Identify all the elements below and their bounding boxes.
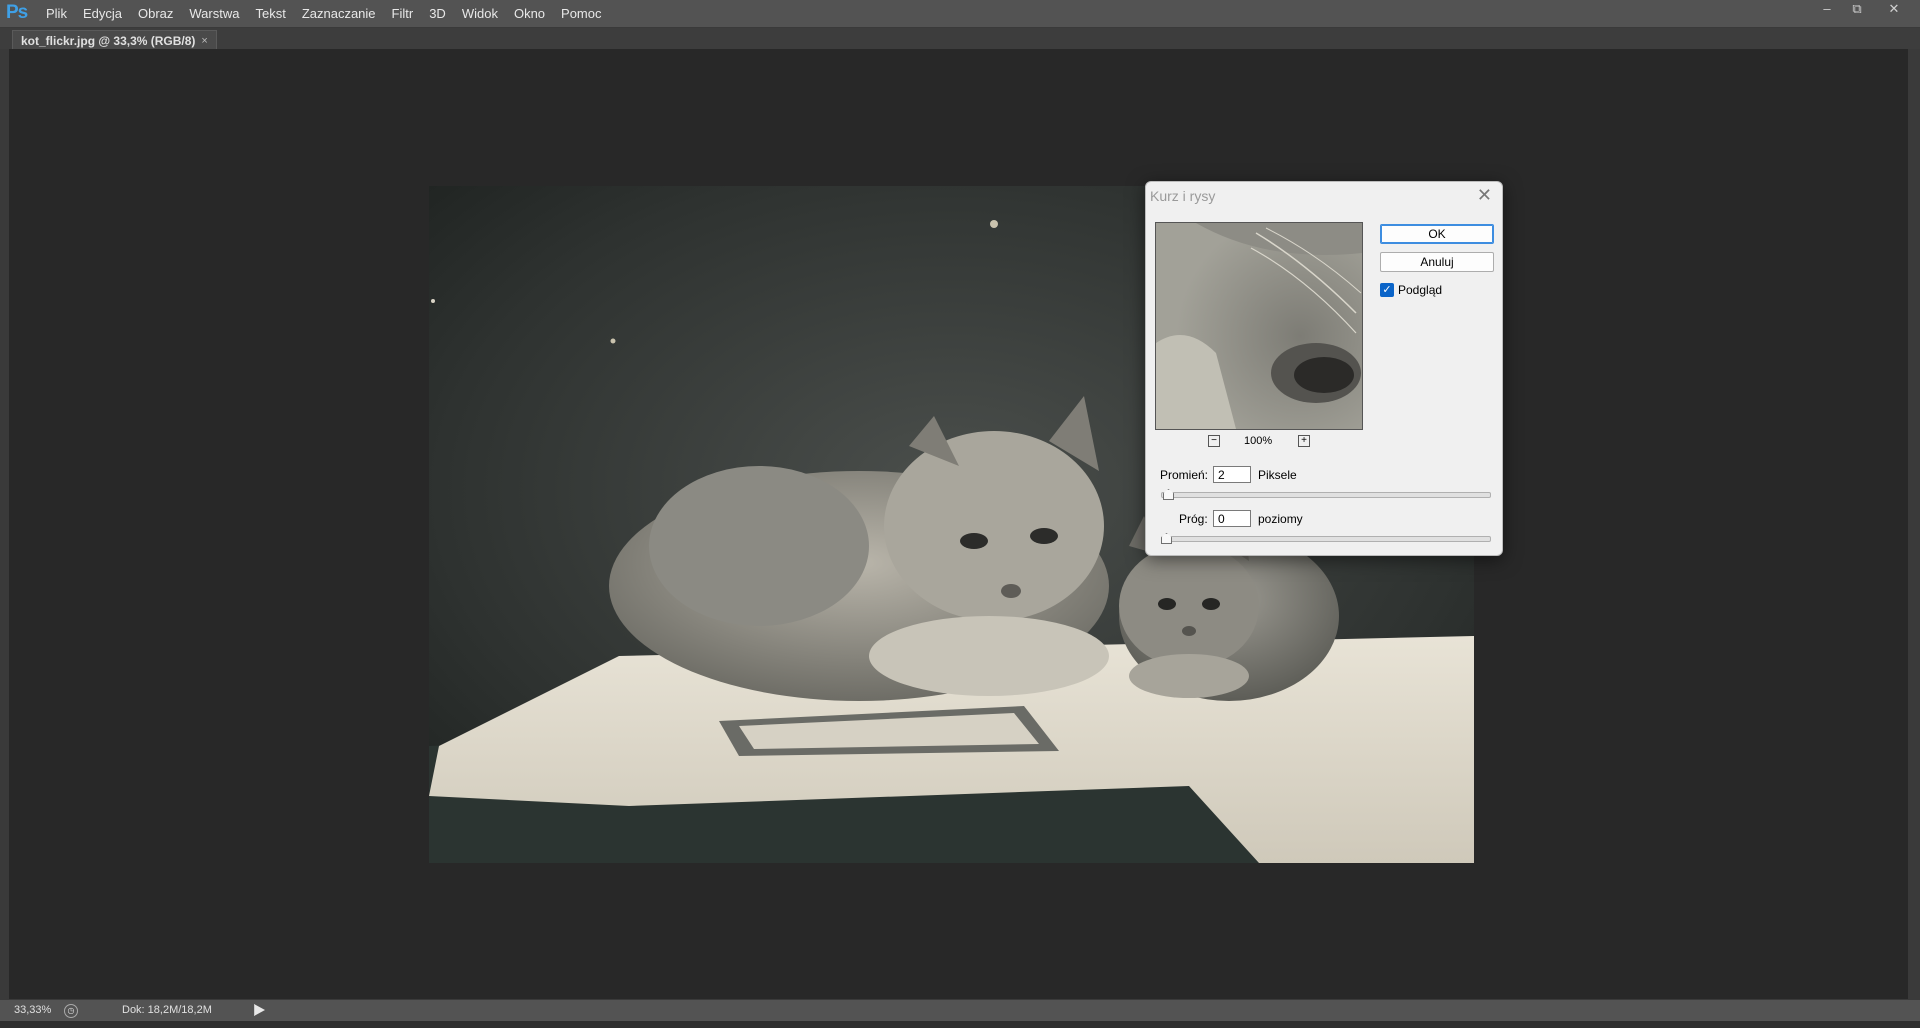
status-info-icon[interactable]: ◷: [64, 1004, 78, 1018]
preview-checkbox[interactable]: ✓: [1380, 283, 1394, 297]
status-menu-arrow-icon[interactable]: [254, 1004, 265, 1016]
radius-unit: Piksele: [1258, 468, 1297, 482]
radius-slider[interactable]: [1161, 489, 1491, 500]
menu-plik[interactable]: Plik: [38, 0, 75, 27]
menu-bar: Ps Plik Edycja Obraz Warstwa Tekst Zazna…: [0, 0, 1920, 28]
menu-tekst[interactable]: Tekst: [247, 0, 293, 27]
menu-widok[interactable]: Widok: [454, 0, 506, 27]
dialog-title: Kurz i rysy: [1150, 188, 1216, 204]
restore-button[interactable]: ⧉: [1843, 0, 1871, 18]
right-scrollbar[interactable]: [1908, 49, 1920, 999]
document-tab-strip: kot_flickr.jpg @ 33,3% (RGB/8) ×: [0, 28, 1920, 50]
menu-warstwa[interactable]: Warstwa: [181, 0, 247, 27]
preview-zoom-level: 100%: [1244, 435, 1273, 447]
menu-filtr[interactable]: Filtr: [384, 0, 422, 27]
document-size: Dok: 18,2M/18,2M: [122, 1004, 212, 1016]
radius-label: Promień:: [1160, 468, 1209, 482]
left-panel-edge: [0, 49, 9, 999]
threshold-unit: poziomy: [1258, 512, 1303, 526]
filter-preview[interactable]: [1155, 222, 1363, 430]
menu-okno[interactable]: Okno: [506, 0, 553, 27]
preview-checkbox-label: Podgląd: [1398, 283, 1443, 297]
ok-button[interactable]: OK: [1380, 224, 1494, 244]
photoshop-logo: Ps: [6, 2, 28, 23]
menu-obraz[interactable]: Obraz: [130, 0, 181, 27]
bottom-strip: [0, 1021, 1920, 1028]
menu-edycja[interactable]: Edycja: [75, 0, 130, 27]
preview-image: [1156, 223, 1362, 429]
menu-3d[interactable]: 3D: [421, 0, 454, 27]
radius-slider-thumb[interactable]: [1163, 489, 1174, 500]
status-bar: 33,33% ◷ Dok: 18,2M/18,2M: [0, 999, 1920, 1022]
threshold-slider[interactable]: [1161, 533, 1491, 544]
menu-items: Plik Edycja Obraz Warstwa Tekst Zaznacza…: [38, 0, 610, 27]
dust-and-scratches-dialog: Kurz i rysy ✕ − 100% + OK Anuluj ✓ Podgl…: [1145, 181, 1503, 556]
cancel-button[interactable]: Anuluj: [1380, 252, 1494, 272]
threshold-label: Próg:: [1179, 512, 1208, 526]
zoom-level[interactable]: 33,33%: [14, 1004, 51, 1016]
dialog-close-icon[interactable]: ✕: [1477, 185, 1492, 206]
document-tab[interactable]: kot_flickr.jpg @ 33,3% (RGB/8) ×: [12, 30, 217, 50]
close-window-button[interactable]: ✕: [1880, 0, 1908, 18]
document-tab-close-icon[interactable]: ×: [201, 35, 207, 47]
preview-zoom-in-button[interactable]: +: [1298, 435, 1310, 447]
threshold-slider-thumb[interactable]: [1161, 533, 1172, 544]
radius-input[interactable]: 2: [1213, 466, 1251, 483]
preview-zoom-out-button[interactable]: −: [1208, 435, 1220, 447]
menu-pomoc[interactable]: Pomoc: [553, 0, 609, 27]
threshold-input[interactable]: 0: [1213, 510, 1251, 527]
document-tab-title: kot_flickr.jpg @ 33,3% (RGB/8): [21, 33, 196, 48]
menu-zaznaczanie[interactable]: Zaznaczanie: [294, 0, 384, 27]
minimize-button[interactable]: –: [1813, 0, 1841, 18]
